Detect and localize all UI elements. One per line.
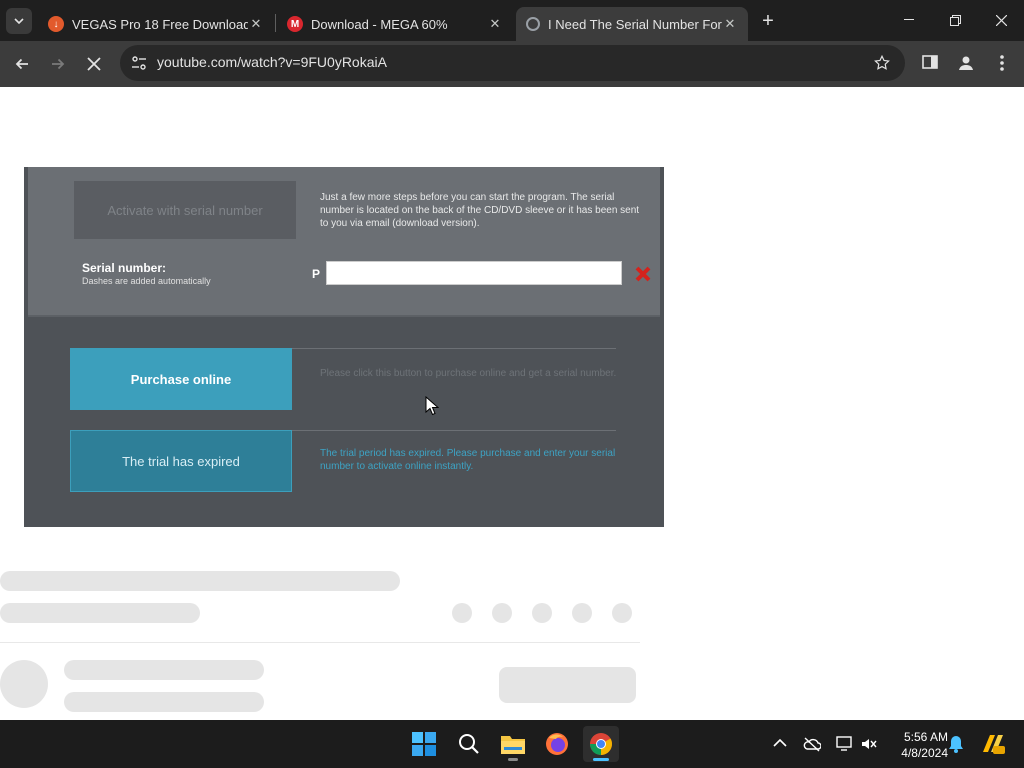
side-panel-icon[interactable] (922, 54, 938, 70)
address-bar[interactable]: youtube.com/watch?v=9FU0yRokaiA (120, 45, 905, 81)
taskbar: 5:56 AM 4/8/2024 (0, 720, 1024, 768)
file-explorer-button[interactable] (495, 726, 531, 762)
action-skeleton (492, 603, 512, 623)
action-skeleton (452, 603, 472, 623)
more-menu-icon[interactable] (999, 54, 1005, 72)
profile-icon[interactable] (957, 54, 975, 72)
mega-icon: M (287, 16, 303, 32)
activation-panel: Activate with serial number Just a few m… (28, 167, 660, 317)
search-button[interactable] (451, 726, 487, 762)
minimize-icon (904, 19, 914, 20)
trial-description: The trial period has expired. Please pur… (320, 448, 616, 472)
stop-loading-button[interactable] (80, 50, 108, 78)
site-settings-icon[interactable] (130, 54, 148, 72)
chevron-down-icon (14, 18, 24, 24)
tab-title: VEGAS Pro 18 Free Download - (72, 16, 248, 32)
divider (292, 430, 616, 431)
system-clock[interactable]: 5:56 AM 4/8/2024 (880, 729, 948, 761)
purchase-online-button: Purchase online (70, 348, 292, 410)
trial-expired-button: The trial has expired (70, 430, 292, 492)
start-button[interactable] (406, 726, 442, 762)
arrow-right-icon (52, 58, 65, 70)
channel-skeleton (64, 660, 264, 680)
search-icon (459, 734, 479, 754)
title-skeleton (0, 571, 400, 591)
close-tab-icon[interactable]: ✕ (248, 16, 264, 32)
close-icon (995, 14, 1007, 26)
activate-description: Just a few more steps before you can sta… (320, 192, 640, 229)
restore-button[interactable] (932, 0, 978, 40)
close-tab-icon[interactable]: ✕ (722, 16, 738, 32)
tab-strip: ↓ VEGAS Pro 18 Free Download - ✕ M Downl… (0, 0, 1024, 41)
serial-prefix: P (312, 267, 321, 281)
vegas-icon: ↓ (48, 16, 64, 32)
tab-youtube[interactable]: I Need The Serial Number For V ✕ (516, 7, 748, 41)
chrome-button[interactable] (583, 726, 619, 762)
tab-title: Download - MEGA 60% (311, 16, 448, 32)
action-skeleton (532, 603, 552, 623)
notification-bell-icon[interactable] (948, 735, 964, 753)
browser-toolbar: youtube.com/watch?v=9FU0yRokaiA (0, 41, 1024, 87)
clock-time: 5:56 AM (903, 730, 948, 744)
divider (0, 642, 640, 643)
tab-separator (275, 14, 276, 32)
action-skeleton (612, 603, 632, 623)
running-indicator (508, 758, 518, 761)
close-icon (87, 57, 101, 71)
network-icon[interactable] (835, 736, 853, 752)
activate-serial-button: Activate with serial number (74, 181, 296, 239)
new-tab-button[interactable]: + (756, 9, 780, 33)
tab-search-button[interactable] (6, 8, 32, 34)
tab-mega[interactable]: M Download - MEGA 60% ✕ (277, 7, 513, 41)
subtitle-skeleton (0, 603, 200, 623)
minimize-button[interactable] (886, 0, 932, 40)
divider (292, 348, 616, 349)
forward-button[interactable] (44, 50, 72, 78)
subscribe-skeleton (499, 667, 636, 703)
tab-title: I Need The Serial Number For V (548, 16, 722, 32)
folder-icon (501, 736, 525, 754)
loading-icon (526, 17, 540, 31)
close-tab-icon[interactable]: ✕ (487, 16, 503, 32)
clock-date: 4/8/2024 (901, 746, 948, 760)
channel-skeleton (64, 692, 264, 712)
active-indicator (593, 758, 609, 761)
action-skeleton (572, 603, 592, 623)
avatar-skeleton (0, 660, 48, 708)
bookmark-star-icon[interactable] (873, 54, 891, 72)
purchase-description: Please click this button to purchase onl… (320, 368, 617, 379)
tab-vegas[interactable]: ↓ VEGAS Pro 18 Free Download - ✕ (38, 7, 274, 41)
onedrive-icon[interactable] (803, 736, 821, 752)
serial-number-hint: Dashes are added automatically (82, 276, 211, 286)
back-button[interactable] (8, 50, 36, 78)
windows-icon (412, 732, 436, 756)
arrow-left-icon (15, 58, 28, 70)
chevron-up-icon[interactable] (773, 738, 787, 748)
url-text[interactable]: youtube.com/watch?v=9FU0yRokaiA (157, 54, 387, 70)
firefox-icon (546, 733, 568, 755)
close-window-button[interactable] (978, 0, 1024, 40)
error-x-icon (635, 266, 651, 282)
serial-number-label: Serial number: (82, 261, 167, 275)
copilot-icon[interactable] (980, 732, 1006, 756)
serial-number-field (326, 261, 622, 285)
chrome-icon (590, 733, 612, 755)
restore-icon (949, 14, 961, 26)
volume-muted-icon[interactable] (860, 736, 878, 752)
firefox-button[interactable] (539, 726, 575, 762)
mouse-cursor-icon (425, 396, 439, 416)
video-player[interactable]: Activate with serial number Just a few m… (24, 167, 664, 527)
